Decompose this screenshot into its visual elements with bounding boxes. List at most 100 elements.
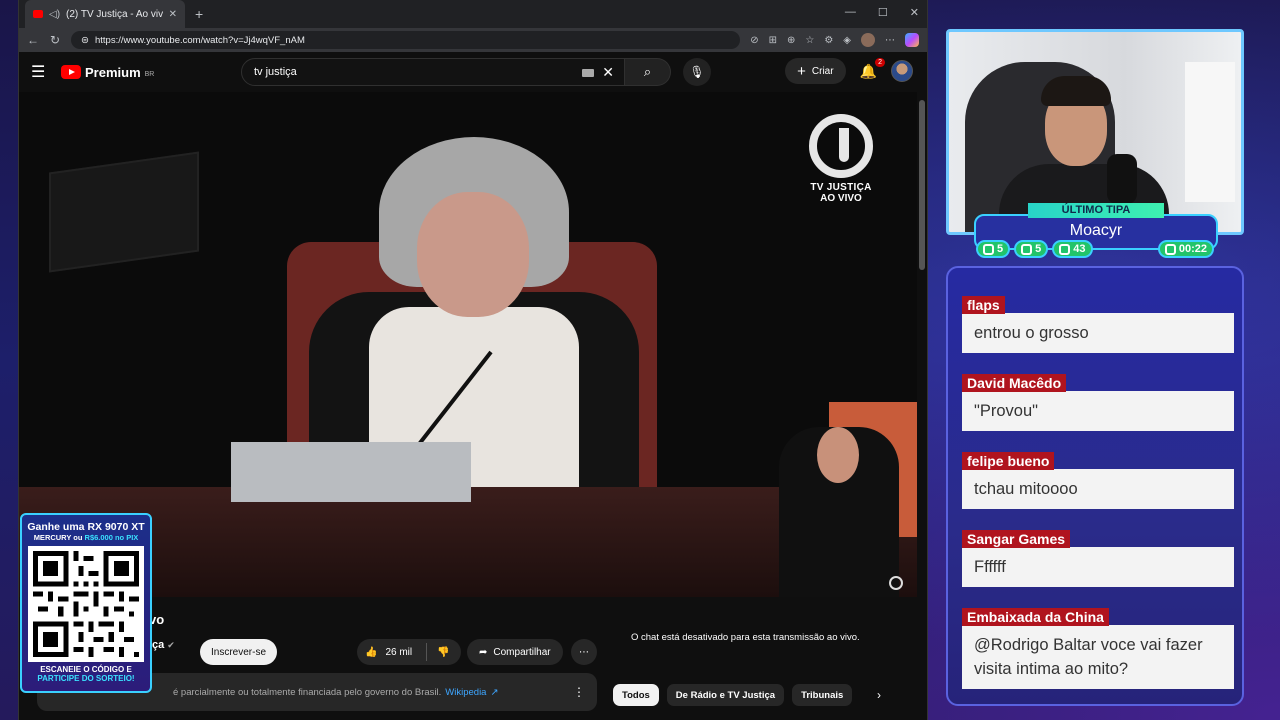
chat-text: @Rodrigo Baltar voce vai fazer visita in… bbox=[962, 625, 1234, 689]
share-button[interactable]: ➦ Compartilhar bbox=[467, 639, 563, 665]
page-scrollbar[interactable] bbox=[919, 100, 925, 270]
site-info-icon[interactable]: ⊜ bbox=[81, 35, 89, 46]
chip-tv-justica[interactable]: De Rádio e TV Justiça bbox=[666, 684, 785, 706]
favorite-star-icon[interactable]: ☆ bbox=[805, 35, 814, 46]
browser-window: ◁) (2) TV Justiça - Ao vivo - You ✕ + — … bbox=[18, 0, 928, 720]
youtube-stat-value: 5 bbox=[1035, 243, 1042, 255]
youtube-favicon-icon bbox=[33, 10, 43, 18]
more-actions-button[interactable]: ⋯ bbox=[571, 639, 597, 665]
subscribe-button[interactable]: Inscrever-se bbox=[200, 639, 278, 665]
stream-stats: 5 5 43 00:22 bbox=[976, 240, 1214, 258]
minimize-icon[interactable]: — bbox=[845, 6, 856, 19]
apps-icon[interactable]: ⊞ bbox=[769, 35, 777, 46]
promo-footer-line1: ESCANEIE O CÓDIGO E bbox=[40, 665, 132, 674]
url-text: https://www.youtube.com/watch?v=Jj4wqVF_… bbox=[94, 34, 305, 46]
youtube-header: ☰ Premium BR tv justiça ✕ ⌕ 🎙 + Criar 🔔 … bbox=[19, 52, 927, 92]
clock-icon bbox=[1164, 243, 1176, 255]
voice-search-button[interactable]: 🎙 bbox=[683, 58, 711, 86]
chat-message: flaps entrou o grosso bbox=[962, 296, 1234, 353]
chat-username: flaps bbox=[962, 296, 1005, 314]
tab-title: (2) TV Justiça - Ao vivo - You bbox=[66, 8, 163, 20]
extensions-icon[interactable]: ⚙ bbox=[824, 35, 833, 46]
chat-text: "Provou" bbox=[962, 391, 1234, 431]
video-player[interactable]: TV JUSTIÇA AO VIVO bbox=[19, 92, 917, 597]
disclaimer-text: é parcialmente ou totalmente financiada … bbox=[173, 686, 442, 698]
url-field[interactable]: ⊜ https://www.youtube.com/watch?v=Jj4wqV… bbox=[71, 31, 741, 49]
last-tip-label: ÚLTIMO TIPA bbox=[1028, 203, 1164, 218]
more-dots-icon: ⋯ bbox=[579, 646, 589, 658]
chat-text: entrou o grosso bbox=[962, 313, 1234, 353]
profile-avatar[interactable] bbox=[861, 33, 875, 47]
new-tab-icon[interactable]: + bbox=[195, 6, 203, 22]
youtube-logo[interactable]: Premium BR bbox=[61, 65, 154, 80]
close-tab-icon[interactable]: ✕ bbox=[169, 9, 177, 20]
chip-tribunais[interactable]: Tribunais bbox=[792, 684, 853, 706]
chat-stat: 5 bbox=[976, 240, 1011, 258]
clock-stat-value: 00:22 bbox=[1178, 243, 1207, 255]
promo-footer-line2: PARTICIPE DO SORTEIO! bbox=[37, 674, 135, 683]
promo-subtitle: MERCURY ou R$6.000 no PIX bbox=[22, 533, 150, 542]
ublock-icon[interactable]: ◈ bbox=[843, 35, 851, 46]
background-monitor bbox=[49, 151, 199, 273]
promo-sub-highlight: R$6.000 no PIX bbox=[84, 533, 139, 542]
chevron-right-icon[interactable]: › bbox=[877, 688, 881, 702]
streamer-hair bbox=[1041, 76, 1111, 106]
translate-icon[interactable]: ⊘ bbox=[750, 35, 758, 46]
wikipedia-link[interactable]: Wikipedia bbox=[445, 687, 486, 698]
search-button[interactable]: ⌕ bbox=[625, 58, 671, 86]
notifications-button[interactable]: 🔔 2 bbox=[860, 57, 885, 80]
back-icon[interactable]: ← bbox=[27, 33, 39, 47]
country-code: BR bbox=[144, 70, 155, 78]
chip-all[interactable]: Todos bbox=[613, 684, 659, 706]
address-bar-icons: ⊘ ⊞ ⊕ ☆ ⚙ ◈ ⋯ bbox=[750, 33, 919, 47]
microphone-icon: 🎙 bbox=[689, 65, 705, 79]
clear-search-icon[interactable]: ✕ bbox=[602, 64, 614, 81]
maximize-icon[interactable]: ☐ bbox=[878, 6, 888, 19]
create-label: Criar bbox=[811, 65, 834, 77]
like-dislike-group: 👍 26 mil 👎 bbox=[357, 639, 461, 665]
disclaimer-menu-icon[interactable]: ⋮ bbox=[573, 685, 585, 699]
chat-text: tchau mitoooo bbox=[962, 469, 1234, 509]
browser-tab[interactable]: ◁) (2) TV Justiça - Ao vivo - You ✕ bbox=[25, 0, 185, 28]
judge-face bbox=[417, 192, 529, 317]
address-bar: ← ↻ ⊜ https://www.youtube.com/watch?v=Jj… bbox=[19, 28, 927, 52]
like-count: 26 mil bbox=[385, 646, 413, 658]
hamburger-menu-icon[interactable]: ☰ bbox=[31, 62, 59, 82]
interpreter-head bbox=[817, 427, 859, 483]
share-icon: ➦ bbox=[479, 646, 488, 658]
youtube-brand: Premium bbox=[85, 64, 141, 80]
zoom-icon[interactable]: ⊕ bbox=[787, 35, 795, 46]
channel-name[interactable]: içа ✔ bbox=[149, 639, 175, 651]
like-button[interactable]: 👍 26 mil bbox=[365, 643, 428, 661]
reload-icon[interactable]: ↻ bbox=[49, 33, 61, 47]
youtube-stat: 5 bbox=[1014, 240, 1049, 258]
account-avatar[interactable] bbox=[891, 60, 913, 82]
chat-message: David Macêdo "Provou" bbox=[962, 374, 1234, 431]
chat-message: felipe bueno tchau mitoooo bbox=[962, 452, 1234, 509]
close-window-icon[interactable]: ✕ bbox=[910, 6, 919, 19]
chat-icon bbox=[983, 243, 994, 255]
viewers-stat-value: 43 bbox=[1073, 243, 1086, 255]
qr-code bbox=[28, 546, 144, 662]
chat-stat-value: 5 bbox=[997, 243, 1004, 255]
more-menu-icon[interactable]: ⋯ bbox=[885, 35, 895, 46]
laptop bbox=[231, 442, 471, 502]
dislike-button[interactable]: 👎 bbox=[437, 647, 449, 658]
chat-disabled-message: O chat está desativado para esta transmi… bbox=[631, 632, 860, 643]
keyboard-icon[interactable] bbox=[582, 69, 594, 77]
promo-title: Ganhe uma RX 9070 XT bbox=[27, 521, 145, 533]
speaker-icon[interactable]: ◁) bbox=[49, 9, 60, 20]
logo-name: TV JUSTIÇA bbox=[810, 182, 872, 193]
create-button[interactable]: + Criar bbox=[785, 58, 846, 84]
chat-text: Ffffff bbox=[962, 547, 1234, 587]
external-link-icon: ↗ bbox=[490, 686, 499, 698]
filter-chips: Todos De Rádio e TV Justiça Tribunais bbox=[613, 684, 853, 706]
streamer-microphone bbox=[1107, 154, 1137, 204]
copilot-icon[interactable] bbox=[905, 33, 919, 47]
watermark-icon bbox=[889, 576, 903, 590]
share-label: Compartilhar bbox=[493, 646, 551, 658]
thumbs-up-icon: 👍 bbox=[365, 646, 378, 658]
search-input[interactable]: tv justiça ✕ bbox=[241, 58, 625, 86]
notification-badge: 2 bbox=[875, 57, 885, 67]
youtube-play-icon bbox=[61, 65, 81, 79]
